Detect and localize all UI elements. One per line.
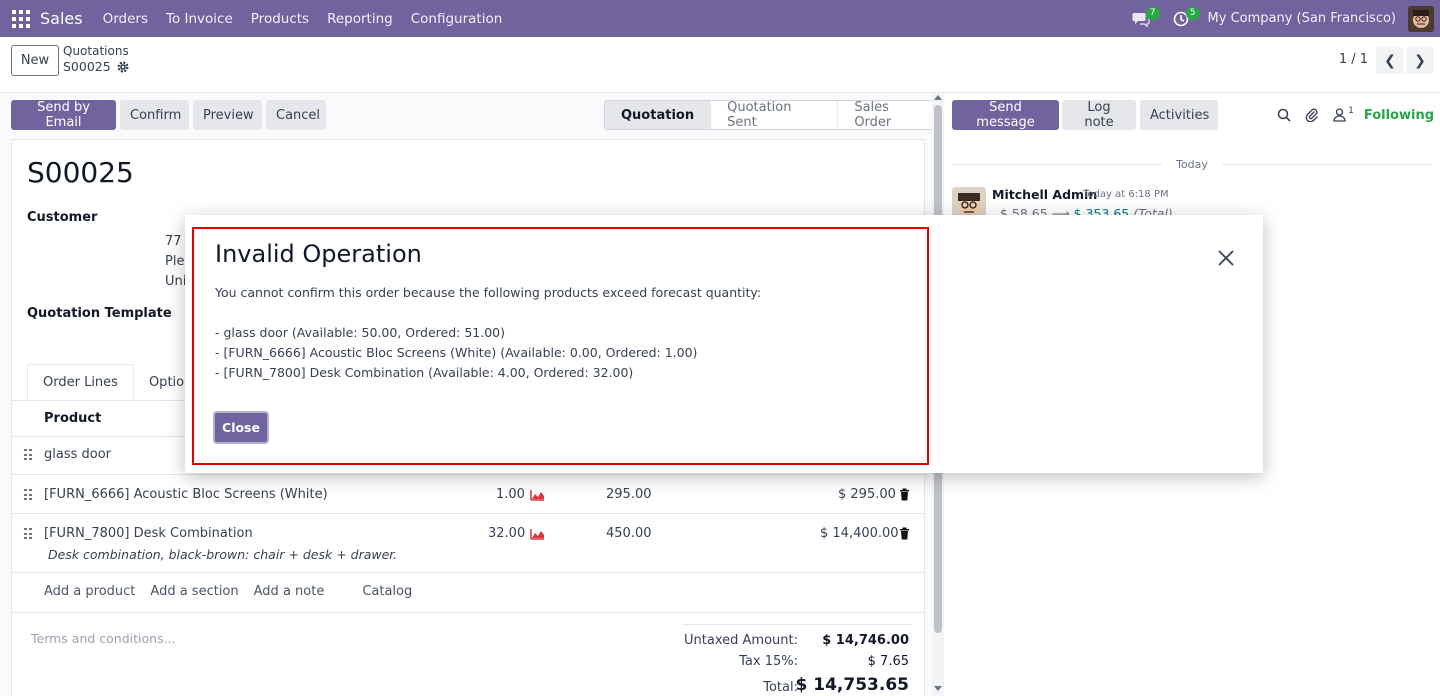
dialog-item: - [FURN_6666] Acoustic Bloc Screens (Whi… <box>215 345 698 360</box>
dialog-item: - glass door (Available: 50.00, Ordered:… <box>215 325 505 340</box>
dialog-item: - [FURN_7800] Desk Combination (Availabl… <box>215 365 634 380</box>
dialog-message: You cannot confirm this order because th… <box>215 285 762 300</box>
dialog-title: Invalid Operation <box>215 240 422 268</box>
close-button[interactable]: Close <box>213 411 269 444</box>
close-icon[interactable] <box>1215 247 1237 269</box>
invalid-operation-dialog: Invalid Operation You cannot confirm thi… <box>185 215 1263 473</box>
